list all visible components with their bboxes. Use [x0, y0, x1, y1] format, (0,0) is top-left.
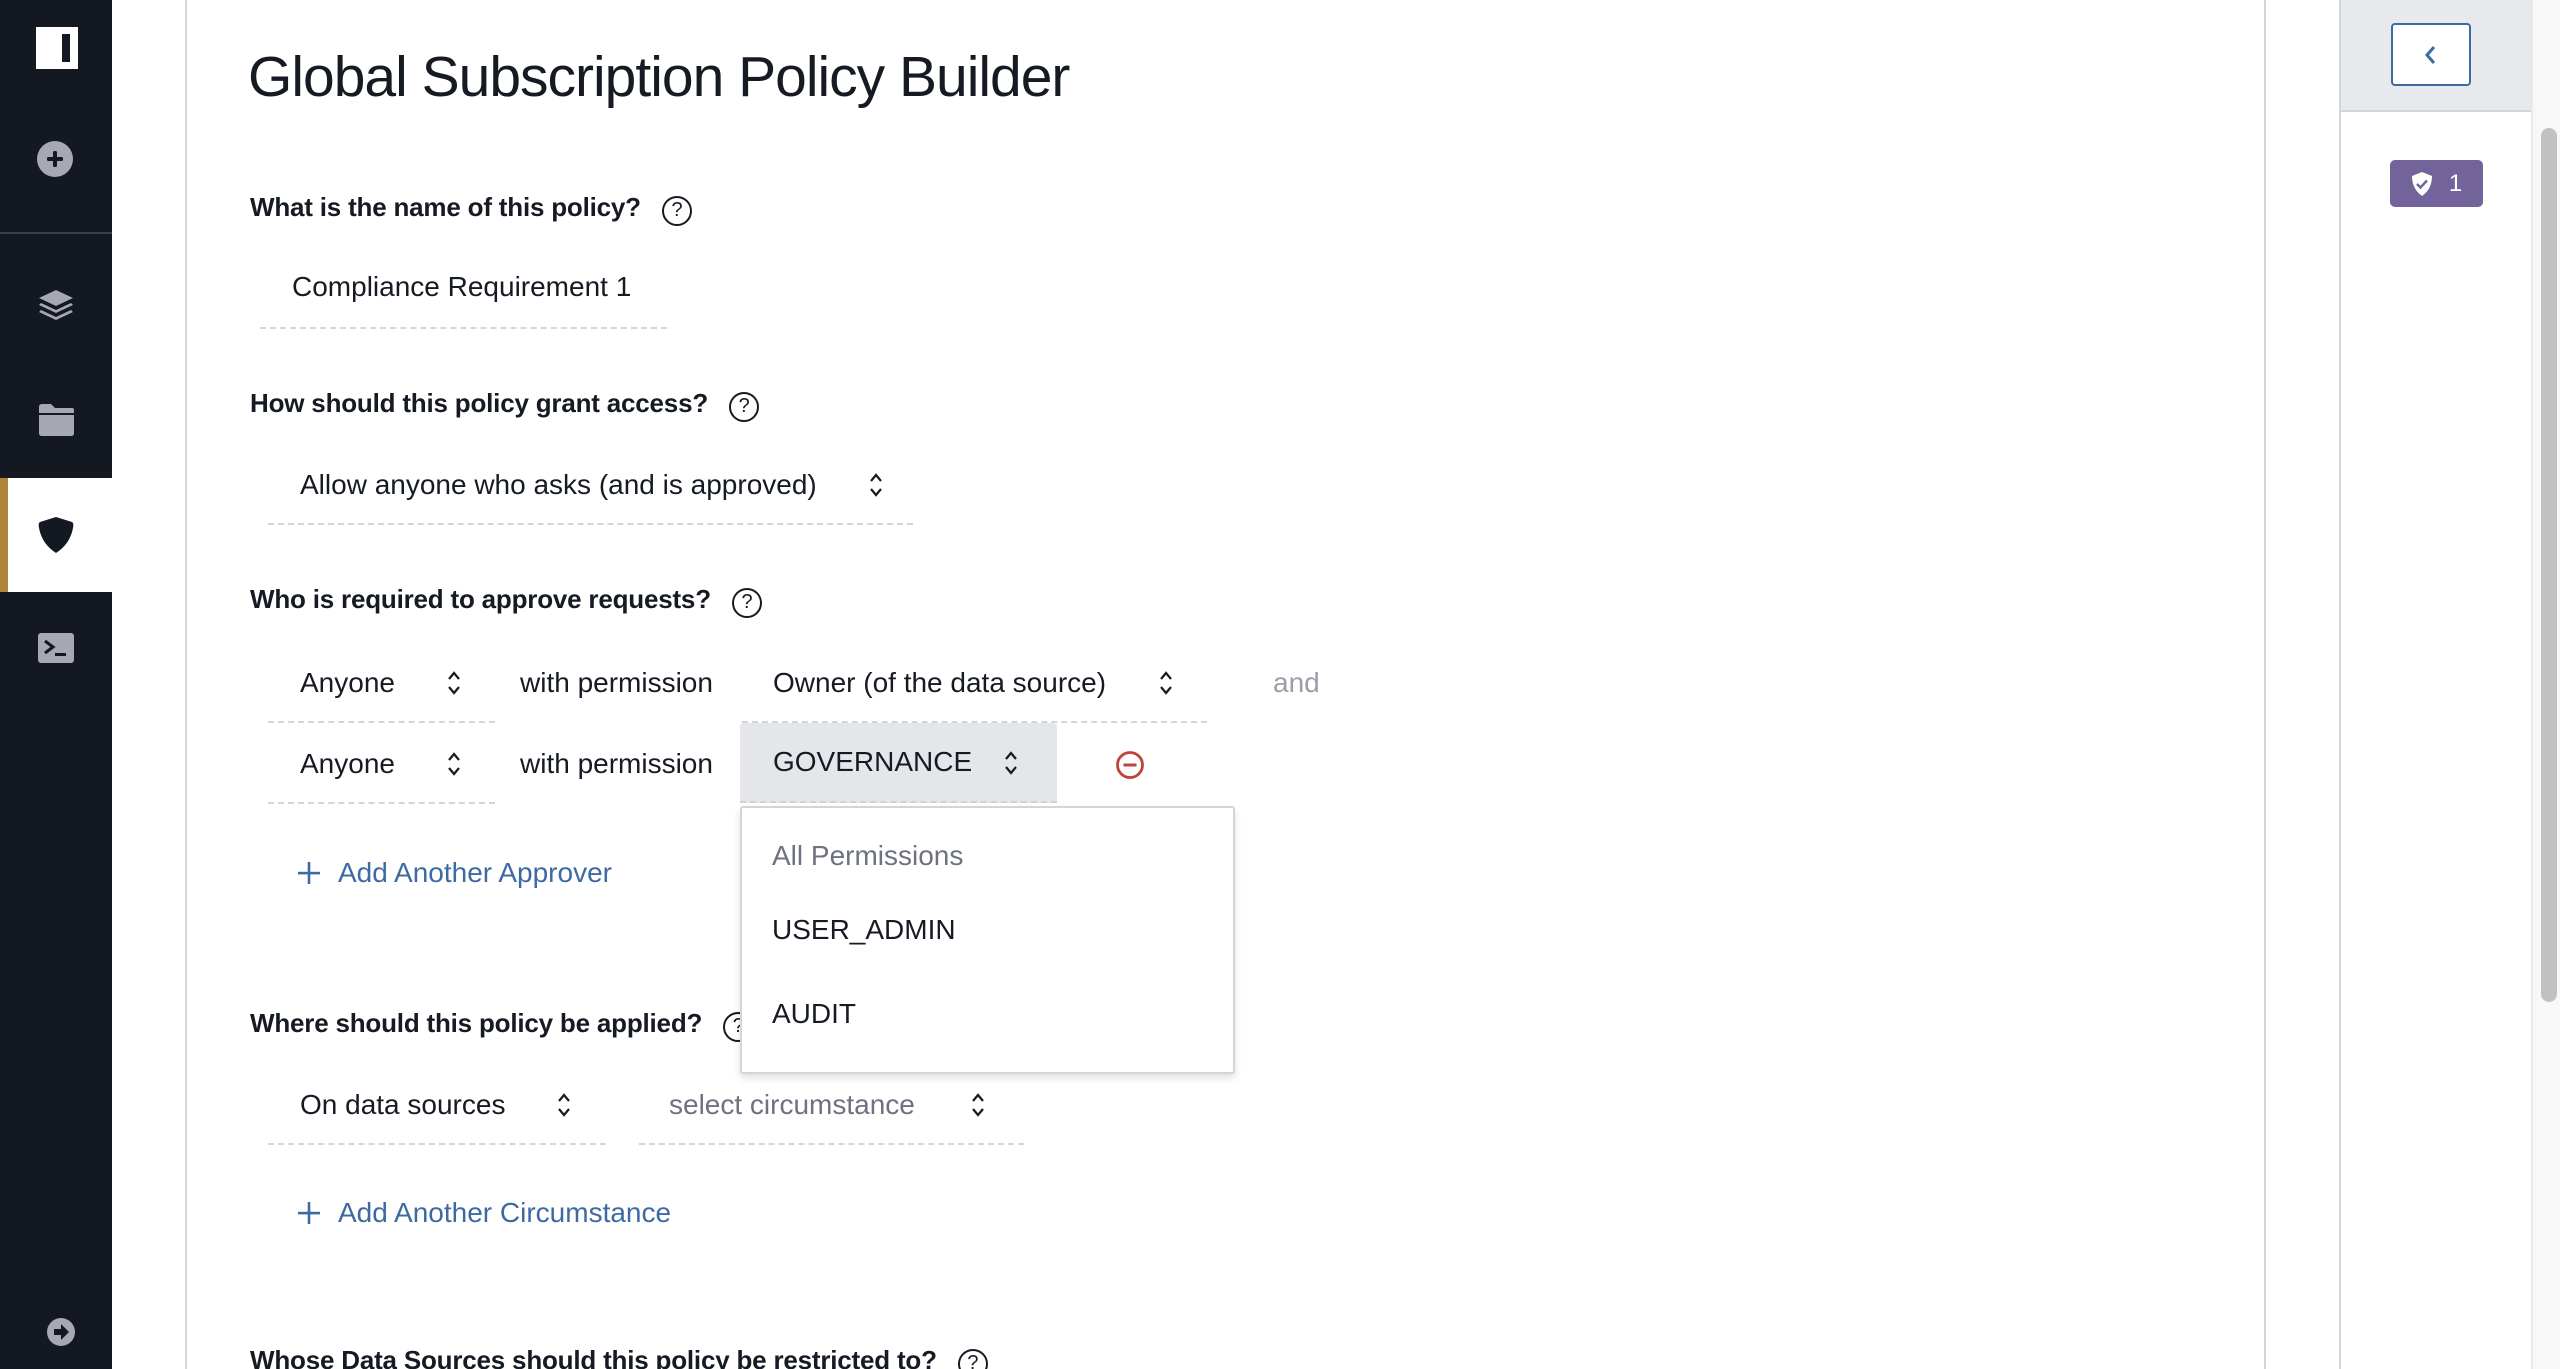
approver-2-permission-value: GOVERNANCE: [773, 746, 973, 777]
policy-count: 1: [2448, 169, 2463, 197]
policy-builder-panel: Global Subscription Policy Builder What …: [185, 0, 2266, 1369]
policy-name-question: What is the name of this policy?: [250, 192, 641, 222]
plus-icon: [298, 1202, 320, 1224]
restrict-sources-label: Whose Data Sources should this policy be…: [250, 1345, 988, 1369]
sidebar-expand-button[interactable]: [47, 1318, 75, 1346]
approver-1-connector: with permission: [520, 667, 713, 698]
add-circumstance-button[interactable]: Add Another Circumstance: [298, 1197, 671, 1229]
approver-2-who-underline: [268, 802, 495, 804]
right-side-panel: 1: [2339, 0, 2531, 1369]
apply-policy-question: Where should this policy be applied?: [250, 1008, 703, 1038]
circumstance-underline: [639, 1143, 1024, 1145]
approver-1-permission-value: Owner (of the data source): [773, 667, 1107, 698]
sidebar-item-data-sources[interactable]: [0, 249, 112, 363]
folder-icon: [39, 404, 74, 436]
updown-chevron-icon: [1005, 751, 1017, 775]
add-circumstance-label: Add Another Circumstance: [338, 1197, 672, 1228]
updown-chevron-icon: [558, 1093, 570, 1117]
add-approver-label: Add Another Approver: [338, 857, 612, 888]
chevron-left-icon: [2425, 45, 2436, 64]
approver-1-who-select[interactable]: Anyone: [268, 653, 495, 721]
approvers-label: Who is required to approve requests? ?: [250, 584, 762, 618]
help-icon[interactable]: ?: [957, 1349, 988, 1369]
approver-2-who-select[interactable]: Anyone: [268, 734, 495, 802]
sidebar-nav: [0, 0, 112, 1369]
add-approver-button[interactable]: Add Another Approver: [298, 857, 612, 889]
page-scrollbar[interactable]: [2531, 0, 2560, 1369]
grant-access-question: How should this policy grant access?: [250, 388, 709, 418]
approver-1-who-underline: [268, 721, 495, 723]
apply-scope-select[interactable]: On data sources: [268, 1075, 606, 1143]
help-icon[interactable]: ?: [661, 196, 692, 226]
updown-chevron-icon: [870, 473, 882, 497]
circumstance-placeholder: select circumstance: [669, 1089, 915, 1120]
arrow-right-circle-icon: [47, 1318, 75, 1346]
sidebar-item-add[interactable]: [37, 141, 73, 177]
help-icon[interactable]: ?: [729, 392, 760, 422]
permission-dropdown-menu: All Permissions USER_ADMIN AUDIT: [740, 806, 1235, 1074]
dropdown-option-user-admin[interactable]: USER_ADMIN: [772, 914, 956, 946]
help-icon[interactable]: ?: [731, 588, 762, 618]
remove-approver-icon[interactable]: [1115, 750, 1145, 780]
dropdown-header-all-permissions: All Permissions: [772, 840, 964, 871]
sidebar-item-query-editor[interactable]: [0, 591, 112, 705]
right-panel-header: [2341, 0, 2531, 112]
grant-access-select[interactable]: Allow anyone who asks (and is approved): [268, 455, 913, 523]
restrict-sources-question: Whose Data Sources should this policy be…: [250, 1345, 937, 1369]
layers-icon: [39, 290, 73, 320]
approver-1-who-value: Anyone: [300, 667, 395, 698]
plus-icon: [298, 862, 320, 884]
policy-name-input[interactable]: Compliance Requirement 1: [292, 271, 631, 303]
policy-count-badge[interactable]: 1: [2390, 160, 2483, 207]
policy-name-underline: [260, 327, 667, 329]
plus-circle-icon: [37, 141, 73, 177]
approver-2-permission-select[interactable]: GOVERNANCE: [740, 723, 1057, 803]
updown-chevron-icon: [972, 1093, 984, 1117]
dropdown-option-audit[interactable]: AUDIT: [772, 998, 856, 1030]
sidebar-divider: [0, 232, 112, 234]
updown-chevron-icon: [1160, 671, 1172, 695]
approver-2-who-value: Anyone: [300, 748, 395, 779]
approver-2-connector: with permission: [520, 748, 713, 779]
page-title: Global Subscription Policy Builder: [248, 45, 1070, 109]
sidebar-item-policies[interactable]: [0, 478, 112, 592]
updown-chevron-icon: [448, 752, 460, 776]
circumstance-select[interactable]: select circumstance: [639, 1075, 1024, 1143]
grant-access-value: Allow anyone who asks (and is approved): [300, 469, 817, 500]
shield-icon: [38, 517, 74, 553]
scrollbar-thumb[interactable]: [2541, 128, 2557, 1002]
collapse-panel-button[interactable]: [2391, 23, 2471, 86]
grant-access-underline: [268, 523, 913, 525]
apply-policy-label: Where should this policy be applied? ?: [250, 1008, 754, 1042]
logo-mark: [62, 34, 70, 62]
app-logo[interactable]: [36, 27, 78, 69]
policy-name-label: What is the name of this policy? ?: [250, 192, 692, 226]
approver-and-label: and: [1273, 667, 1320, 698]
apply-scope-value: On data sources: [300, 1089, 506, 1120]
approvers-question: Who is required to approve requests?: [250, 584, 711, 614]
updown-chevron-icon: [448, 671, 460, 695]
approver-1-permission-select[interactable]: Owner (of the data source): [742, 653, 1207, 721]
sidebar-item-projects[interactable]: [0, 363, 112, 477]
grant-access-label: How should this policy grant access? ?: [250, 388, 760, 422]
shield-check-icon: [2411, 171, 2432, 196]
apply-scope-underline: [268, 1143, 606, 1145]
terminal-icon: [38, 633, 74, 663]
